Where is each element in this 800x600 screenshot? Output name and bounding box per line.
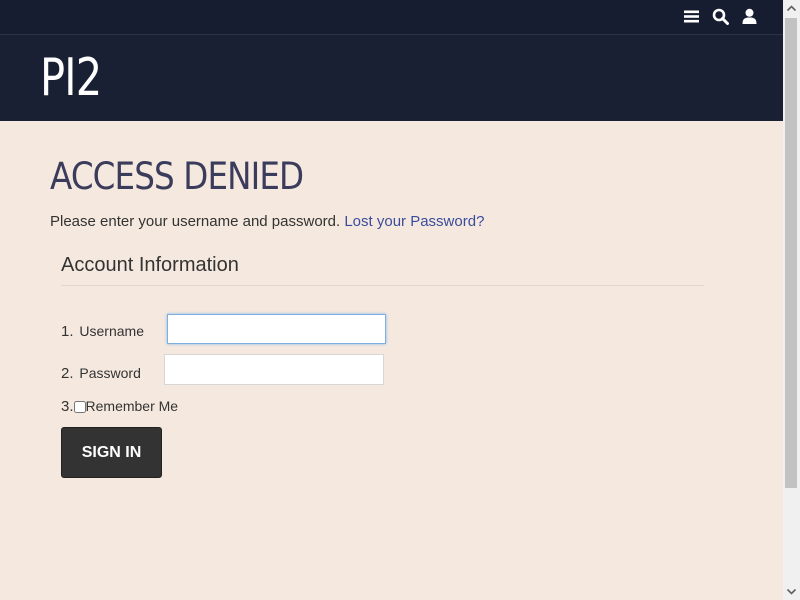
- password-number: 2.: [61, 365, 74, 382]
- section-title: Account Information: [61, 254, 704, 286]
- remember-me-checkbox[interactable]: [73, 401, 86, 413]
- top-icons: [683, 8, 758, 25]
- remember-row: 3. Remember Me: [61, 398, 178, 415]
- vertical-scrollbar[interactable]: [783, 0, 800, 600]
- login-instructions: Please enter your username and password.…: [50, 213, 484, 230]
- remember-me-label: Remember Me: [85, 398, 179, 414]
- site-logo[interactable]: PI2: [40, 48, 102, 108]
- menu-icon[interactable]: [683, 8, 700, 25]
- scrollbar-thumb[interactable]: [785, 18, 797, 488]
- page-title: ACCESS DENIED: [50, 155, 304, 198]
- lost-password-link[interactable]: Lost your Password?: [344, 213, 484, 230]
- account-information-section: Account Information: [61, 254, 704, 286]
- scroll-down-arrow-icon[interactable]: [783, 583, 800, 600]
- username-number: 1.: [61, 323, 74, 340]
- remember-number: 3.: [61, 398, 74, 415]
- scroll-up-arrow-icon[interactable]: [783, 0, 800, 17]
- site-header: PI2: [0, 35, 783, 121]
- search-icon[interactable]: [712, 8, 729, 25]
- sign-in-button[interactable]: SIGN IN: [61, 427, 162, 478]
- password-row: 2. Password: [61, 365, 141, 382]
- password-label: Password: [79, 365, 141, 381]
- username-label: Username: [79, 323, 144, 339]
- username-row: 1. Username: [61, 323, 144, 340]
- user-icon[interactable]: [741, 8, 758, 25]
- password-input[interactable]: [164, 354, 384, 385]
- username-input[interactable]: [167, 314, 386, 344]
- top-bar: [0, 0, 783, 35]
- instruction-text: Please enter your username and password.: [50, 213, 341, 230]
